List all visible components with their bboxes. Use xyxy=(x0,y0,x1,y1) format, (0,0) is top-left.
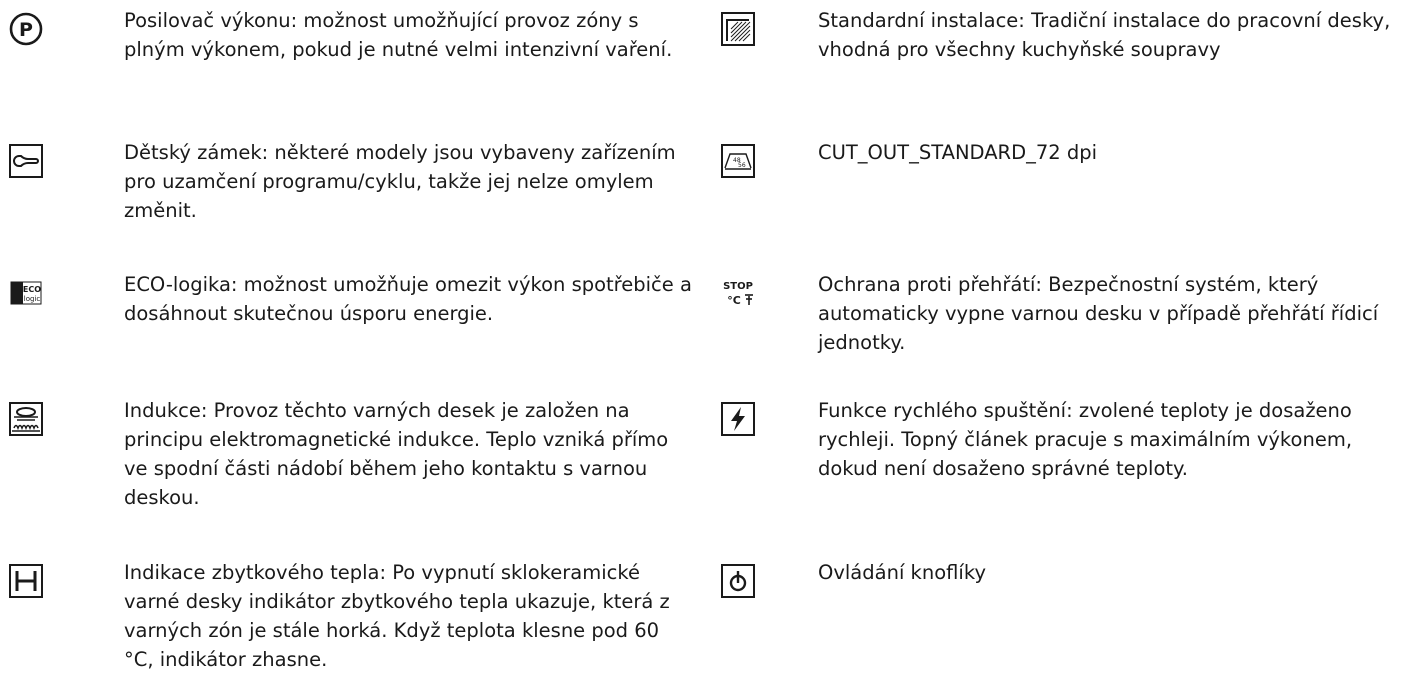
feature-text: CUT_OUT_STANDARD_72 dpi xyxy=(818,141,1098,164)
residual-heat-icon xyxy=(9,564,43,598)
feature-text: Indukce: Provoz těchto varných desek je … xyxy=(124,399,669,509)
feature-text: Funkce rychlého spuštění: zvolené teplot… xyxy=(818,399,1353,480)
child-lock-icon xyxy=(9,144,43,178)
celsius-label: °C xyxy=(727,294,741,307)
feature-text: Indikace zbytkového tepla: Po vypnutí sk… xyxy=(124,561,670,671)
induction-icon xyxy=(9,402,43,436)
eco-logic-icon: ECO logic xyxy=(9,276,43,310)
feature-text: Posilovač výkonu: možnost umožňující pro… xyxy=(124,9,673,61)
feature-text: Standardní instalace: Tradiční instalace… xyxy=(818,9,1391,61)
power-booster-icon: P xyxy=(9,12,43,46)
cutout-depth-label: 56 xyxy=(738,162,746,169)
cut-out-icon: 48 56 xyxy=(721,144,755,178)
stop-label: STOP xyxy=(723,281,753,292)
booster-letter: P xyxy=(19,19,33,41)
standard-installation-icon xyxy=(721,12,755,46)
knob-control-icon xyxy=(721,564,755,598)
feature-text: Ochrana proti přehřátí: Bezpečnostní sys… xyxy=(818,273,1379,354)
feature-text: ECO-logika: možnost umožňuje omezit výko… xyxy=(124,273,692,325)
quick-start-icon xyxy=(721,402,755,436)
overheat-protection-icon: STOP °C xyxy=(721,276,755,310)
eco-label: ECO xyxy=(23,285,41,294)
logic-label: logic xyxy=(24,295,41,303)
feature-text: Ovládání knoflíky xyxy=(818,561,986,584)
feature-text: Dětský zámek: některé modely jsou vybave… xyxy=(124,141,676,222)
